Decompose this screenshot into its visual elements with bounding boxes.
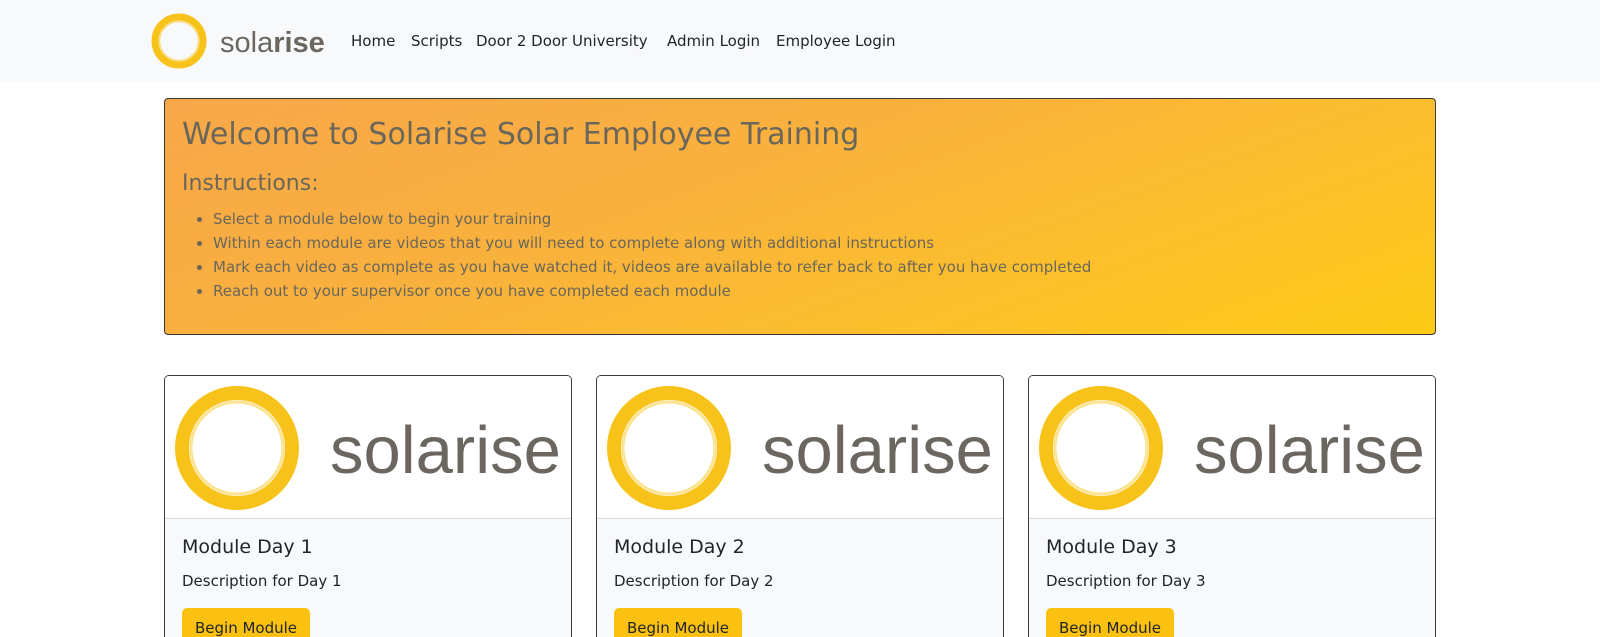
begin-module-button[interactable]: Begin Module bbox=[182, 608, 311, 637]
svg-text:solarise: solarise bbox=[330, 413, 561, 488]
module-description: Description for Day 3 bbox=[1046, 572, 1206, 590]
module-title: Module Day 2 bbox=[614, 536, 745, 558]
nav-door-2-door-university[interactable]: Door 2 Door University bbox=[476, 30, 648, 52]
instructions-heading: Instructions: bbox=[182, 171, 319, 196]
nav-home[interactable]: Home bbox=[351, 30, 395, 52]
begin-module-button[interactable]: Begin Module bbox=[1046, 608, 1175, 637]
module-image: solarise bbox=[597, 376, 1003, 519]
module-card-day-2: solarise Module Day 2 Description for Da… bbox=[596, 375, 1004, 637]
module-card-day-1: solarise Module Day 1 Description for Da… bbox=[164, 375, 572, 637]
solarise-logo-icon: solarise bbox=[151, 13, 325, 69]
navbar: solarise Home Scripts Door 2 Door Univer… bbox=[0, 0, 1600, 82]
instructions-list: Select a module below to begin your trai… bbox=[213, 207, 1091, 303]
svg-text:solarise: solarise bbox=[1194, 413, 1425, 488]
brand-logo[interactable]: solarise bbox=[150, 12, 330, 70]
module-title: Module Day 3 bbox=[1046, 536, 1177, 558]
instruction-item: Within each module are videos that you w… bbox=[213, 231, 1091, 255]
module-card-day-3: solarise Module Day 3 Description for Da… bbox=[1028, 375, 1436, 637]
module-image: solarise bbox=[1029, 376, 1435, 519]
nav-employee-login[interactable]: Employee Login bbox=[776, 30, 896, 52]
page-title: Welcome to Solarise Solar Employee Train… bbox=[182, 117, 860, 152]
solarise-logo-icon: solarise bbox=[175, 386, 561, 510]
nav-admin-login[interactable]: Admin Login bbox=[667, 30, 760, 52]
solarise-logo-icon: solarise bbox=[607, 386, 993, 510]
begin-module-button[interactable]: Begin Module bbox=[614, 608, 743, 637]
nav-scripts[interactable]: Scripts bbox=[411, 30, 462, 52]
welcome-banner: Welcome to Solarise Solar Employee Train… bbox=[164, 98, 1436, 335]
svg-text:solarise: solarise bbox=[220, 27, 325, 59]
module-description: Description for Day 2 bbox=[614, 572, 774, 590]
module-title: Module Day 1 bbox=[182, 536, 313, 558]
instruction-item: Mark each video as complete as you have … bbox=[213, 255, 1091, 279]
module-image: solarise bbox=[165, 376, 571, 519]
solarise-logo-icon: solarise bbox=[1039, 386, 1425, 510]
instruction-item: Select a module below to begin your trai… bbox=[213, 207, 1091, 231]
instruction-item: Reach out to your supervisor once you ha… bbox=[213, 279, 1091, 303]
svg-text:solarise: solarise bbox=[762, 413, 993, 488]
module-description: Description for Day 1 bbox=[182, 572, 342, 590]
